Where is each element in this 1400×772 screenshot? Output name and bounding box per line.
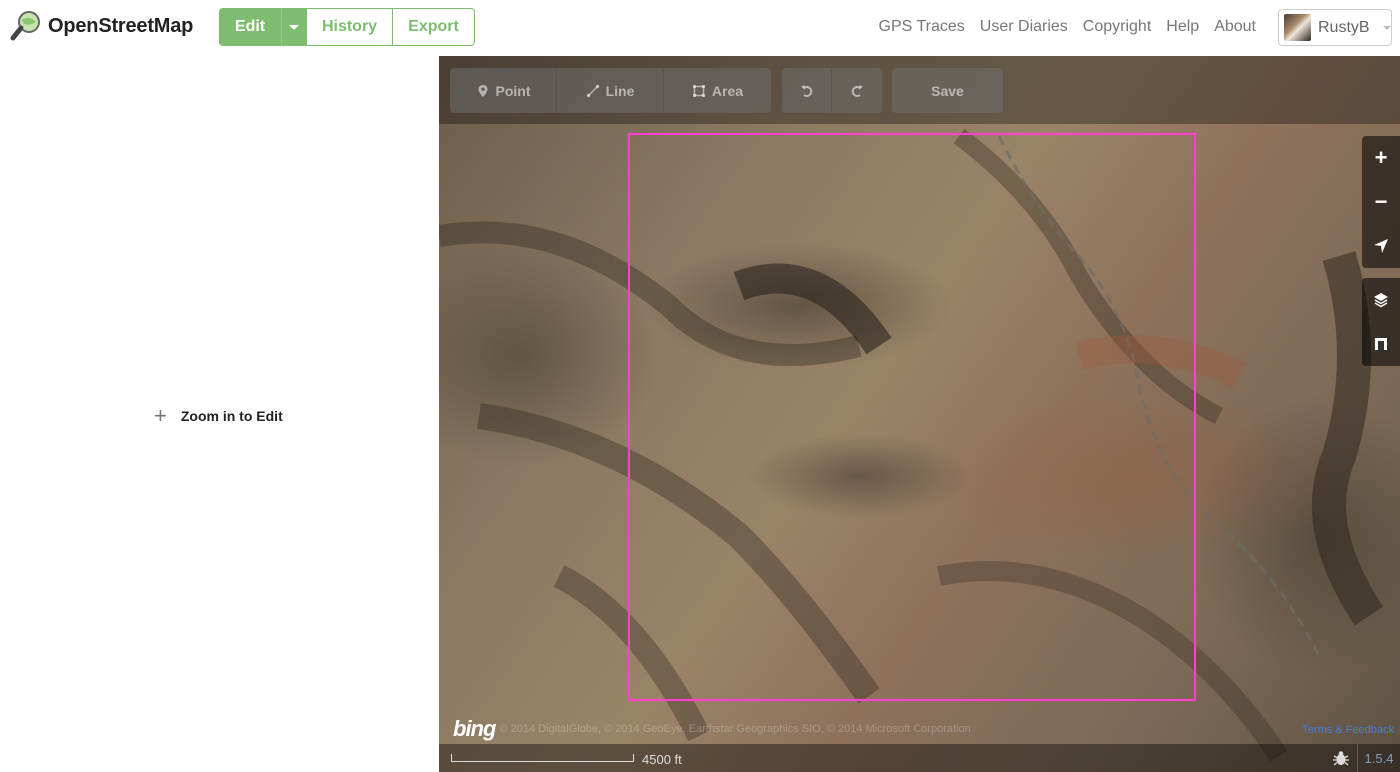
zoom-in-icon: + xyxy=(1374,145,1388,170)
map-footer: 4500 ft 1.5.4 xyxy=(439,744,1400,772)
edit-button[interactable]: Edit xyxy=(219,8,281,46)
nav-help[interactable]: Help xyxy=(1166,18,1199,36)
scale-bar xyxy=(451,754,634,762)
history-button[interactable]: History xyxy=(307,8,393,46)
logo-text: OpenStreetMap xyxy=(48,14,194,37)
redo-button[interactable] xyxy=(832,68,882,113)
scale-label: 4500 ft xyxy=(642,752,682,767)
nav-user-diaries[interactable]: User Diaries xyxy=(980,18,1068,36)
zoom-in-button[interactable]: + xyxy=(1362,136,1400,180)
imagery-attribution: bing © 2014 DigitalGlobe, © 2014 GeoEye,… xyxy=(453,716,971,742)
plus-icon: + xyxy=(154,403,167,428)
osm-logo[interactable]: OpenStreetMap xyxy=(10,10,193,42)
avatar xyxy=(1284,14,1311,41)
background-layers-button[interactable] xyxy=(1362,278,1400,322)
map-data-button[interactable] xyxy=(1362,322,1400,366)
zoom-to-edit-button[interactable]: + Zoom in to Edit xyxy=(154,403,283,428)
line-label: Line xyxy=(605,82,635,99)
main-tabs: Edit History Export xyxy=(219,8,475,46)
add-area-button[interactable]: Area xyxy=(664,68,771,113)
export-button[interactable]: Export xyxy=(393,8,475,46)
locate-button[interactable] xyxy=(1362,224,1400,268)
history-tools xyxy=(782,68,882,113)
top-navbar: OpenStreetMap Edit History Export GPS Tr… xyxy=(0,0,1400,56)
point-icon xyxy=(478,84,487,97)
layers-icon xyxy=(1374,293,1388,308)
map-data-icon xyxy=(1375,338,1387,350)
line-icon xyxy=(586,84,599,97)
chevron-down-icon xyxy=(1382,25,1391,30)
nav-copyright[interactable]: Copyright xyxy=(1083,18,1151,36)
user-name: RustyB xyxy=(1318,18,1370,36)
report-bug-button[interactable] xyxy=(1327,748,1355,768)
point-label: Point xyxy=(495,82,531,99)
zoom-out-button[interactable]: − xyxy=(1362,180,1400,224)
attribution-text: © 2014 DigitalGlobe, © 2014 GeoEye, Eart… xyxy=(499,723,971,735)
add-line-button[interactable]: Line xyxy=(557,68,664,113)
edit-dropdown-button[interactable] xyxy=(281,8,307,46)
save-button[interactable]: Save xyxy=(892,68,1003,113)
undo-icon xyxy=(800,85,812,97)
selected-area-box xyxy=(628,133,1196,701)
user-menu-button[interactable]: RustyB xyxy=(1278,9,1392,46)
add-point-button[interactable]: Point xyxy=(450,68,557,113)
secondary-nav: GPS Traces User Diaries Copyright Help A… xyxy=(879,18,1256,36)
area-label: Area xyxy=(711,82,744,99)
zoom-out-icon: − xyxy=(1374,189,1388,214)
zoom-to-edit-label: Zoom in to Edit xyxy=(180,408,283,424)
terms-feedback-link[interactable]: Terms & Feedback xyxy=(1302,724,1394,736)
sidebar: + Zoom in to Edit xyxy=(0,56,439,772)
caret-down-icon xyxy=(289,24,299,30)
redo-icon xyxy=(851,85,863,97)
map-controls: + − xyxy=(1362,136,1400,366)
draw-tools: Point Line Area xyxy=(450,68,771,113)
undo-button[interactable] xyxy=(782,68,832,113)
map-view[interactable]: Point Line Area Save + − bing © 2014 Dig… xyxy=(439,56,1400,772)
nav-gps-traces[interactable]: GPS Traces xyxy=(879,18,965,36)
version-label[interactable]: 1.5.4 xyxy=(1357,744,1400,772)
bug-icon xyxy=(1333,751,1349,766)
bing-logo: bing xyxy=(453,716,496,741)
area-icon xyxy=(692,84,705,97)
locate-icon xyxy=(1374,239,1388,253)
osm-logo-icon xyxy=(10,11,40,41)
nav-about[interactable]: About xyxy=(1214,18,1256,36)
